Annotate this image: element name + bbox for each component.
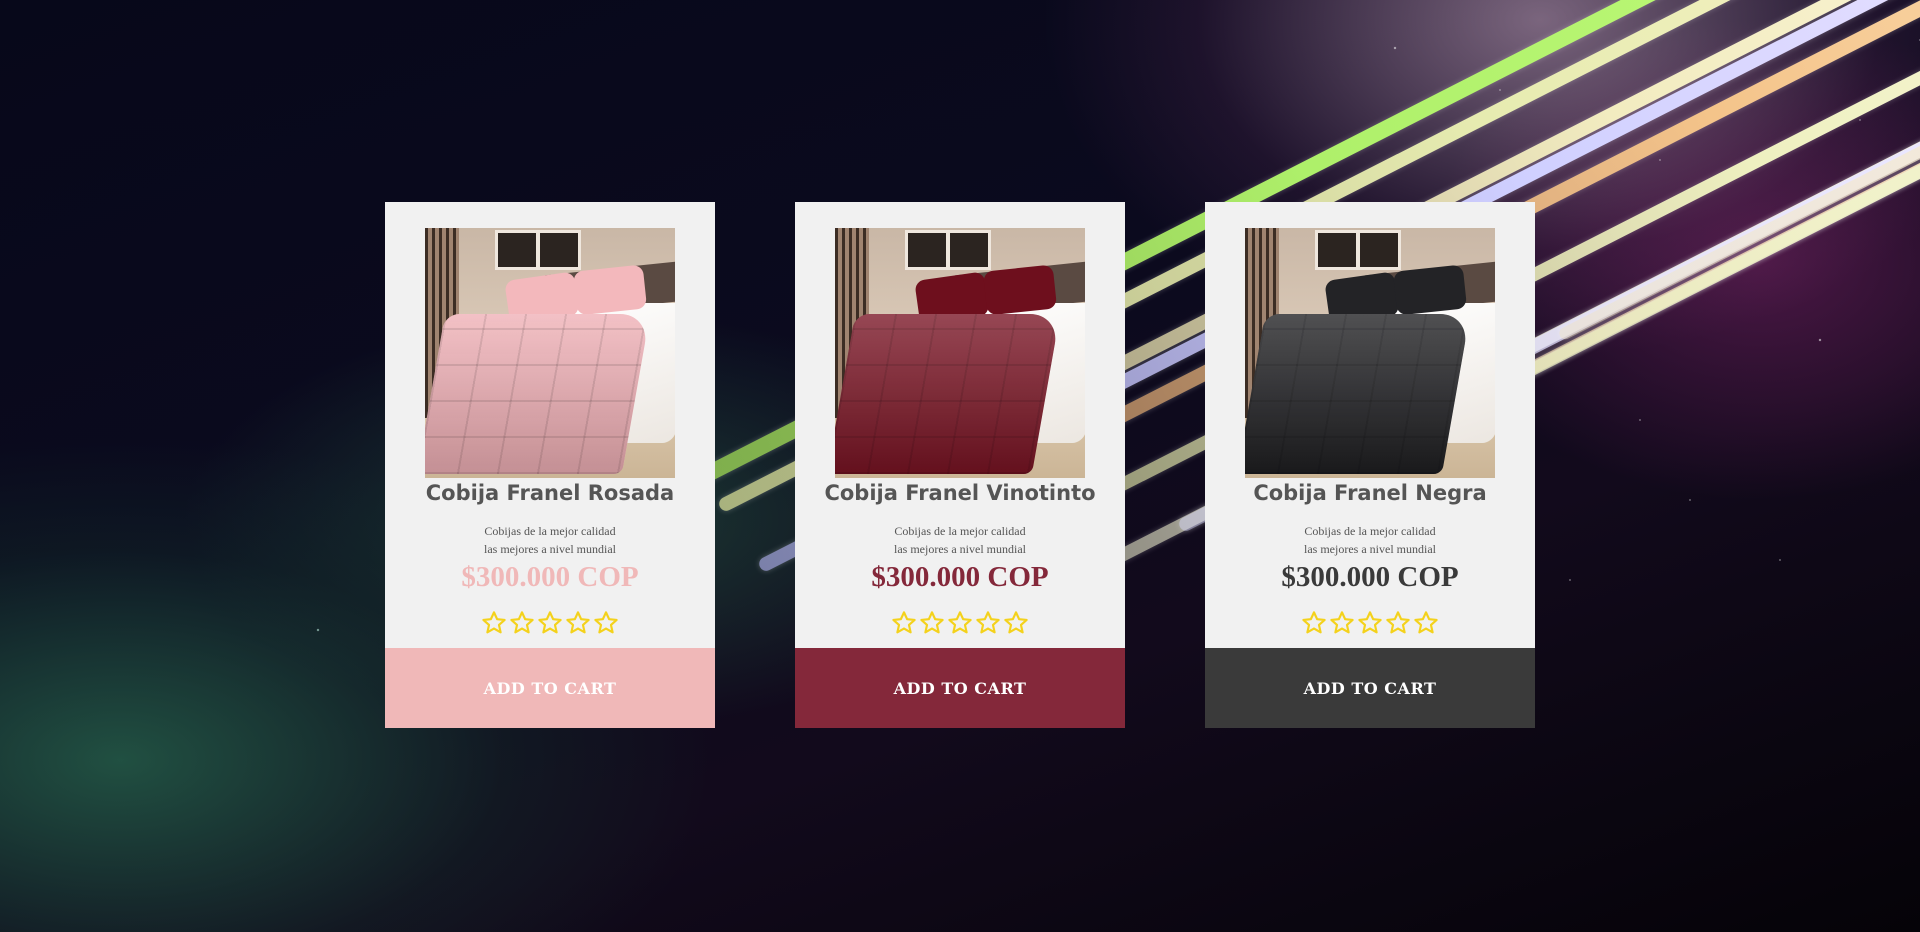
add-to-cart-button[interactable]: ADD TO CART [385, 648, 715, 728]
product-description: Cobijas de la mejor calidad las mejores … [795, 522, 1125, 558]
star-outline-icon[interactable] [537, 609, 563, 637]
star-outline-icon[interactable] [509, 609, 535, 637]
star-outline-icon[interactable] [1301, 609, 1327, 637]
product-image-burgundy-bed [835, 228, 1085, 478]
star-outline-icon[interactable] [593, 609, 619, 637]
product-title: Cobija Franel Negra [1253, 481, 1487, 505]
product-card-vinotinto: Cobija Franel Vinotinto Cobijas de la me… [795, 202, 1125, 728]
product-grid: Cobija Franel Rosada Cobijas de la mejor… [0, 0, 1920, 932]
rating-stars [385, 609, 715, 639]
description-line-1: Cobijas de la mejor calidad [484, 524, 616, 538]
product-card-rosada: Cobija Franel Rosada Cobijas de la mejor… [385, 202, 715, 728]
star-outline-icon[interactable] [947, 609, 973, 637]
star-outline-icon[interactable] [1003, 609, 1029, 637]
product-card-negra: Cobija Franel Negra Cobijas de la mejor … [1205, 202, 1535, 728]
star-outline-icon[interactable] [975, 609, 1001, 637]
product-title: Cobija Franel Vinotinto [824, 481, 1096, 505]
product-image-black-bed [1245, 228, 1495, 478]
product-description: Cobijas de la mejor calidad las mejores … [385, 522, 715, 558]
product-title: Cobija Franel Rosada [425, 481, 675, 505]
product-description: Cobijas de la mejor calidad las mejores … [1205, 522, 1535, 558]
description-line-1: Cobijas de la mejor calidad [894, 524, 1026, 538]
star-outline-icon[interactable] [481, 609, 507, 637]
add-to-cart-button[interactable]: ADD TO CART [795, 648, 1125, 728]
product-image-pink-bed [425, 228, 675, 478]
rating-stars [795, 609, 1125, 639]
product-price: $300.000 COP [461, 561, 639, 593]
add-to-cart-button[interactable]: ADD TO CART [1205, 648, 1535, 728]
star-outline-icon[interactable] [1357, 609, 1383, 637]
description-line-1: Cobijas de la mejor calidad [1304, 524, 1436, 538]
product-price: $300.000 COP [871, 561, 1049, 593]
product-price: $300.000 COP [1281, 561, 1459, 593]
star-outline-icon[interactable] [891, 609, 917, 637]
star-outline-icon[interactable] [565, 609, 591, 637]
star-outline-icon[interactable] [1385, 609, 1411, 637]
star-outline-icon[interactable] [919, 609, 945, 637]
rating-stars [1205, 609, 1535, 639]
star-outline-icon[interactable] [1329, 609, 1355, 637]
star-outline-icon[interactable] [1413, 609, 1439, 637]
